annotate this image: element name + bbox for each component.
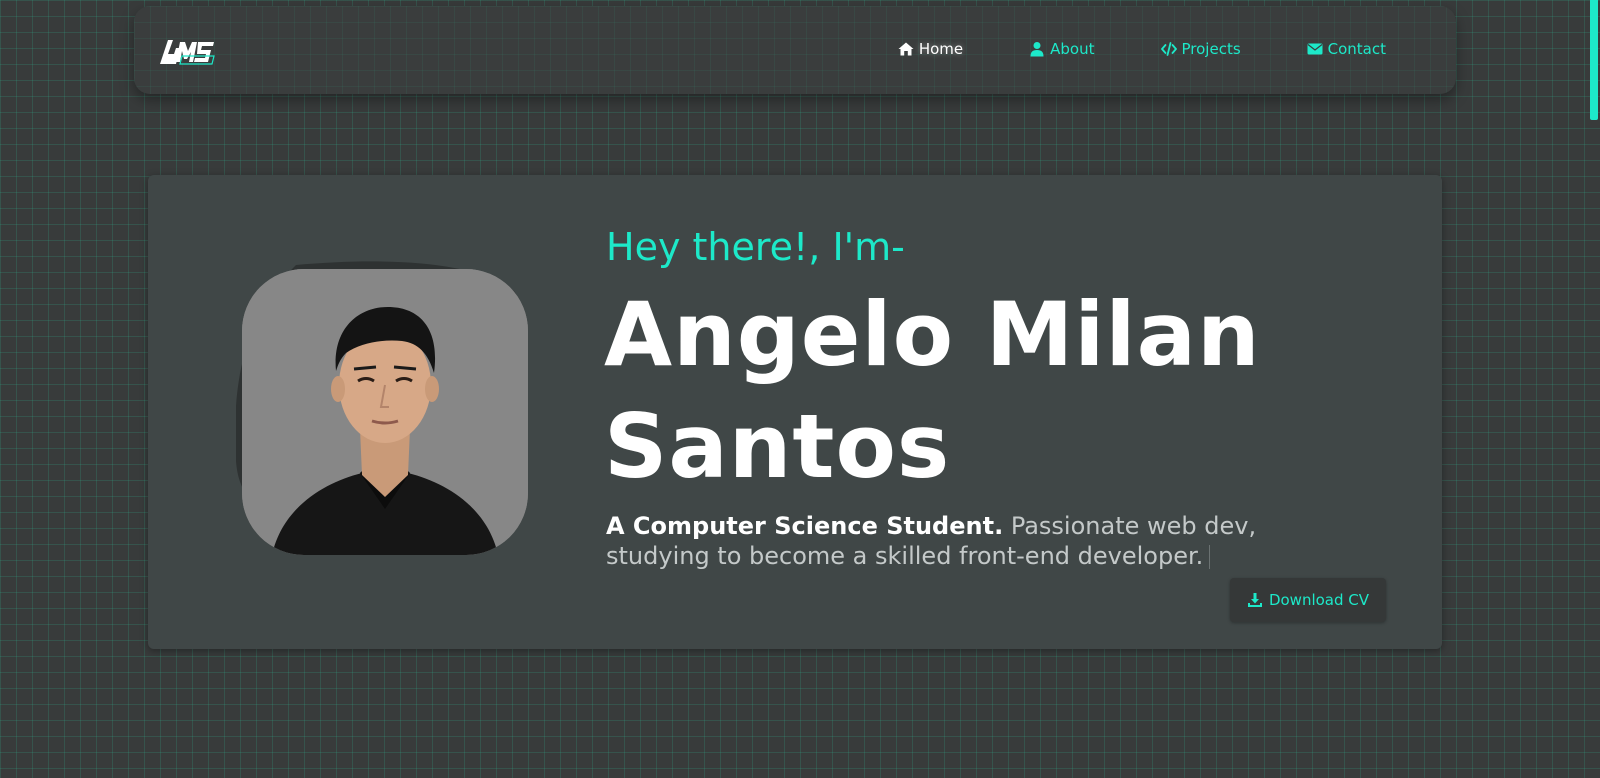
download-cv-label: Download CV [1268,591,1370,609]
hero-greeting: Hey there!, I'm- [606,225,905,269]
hero-name-line1: Angelo Milan [604,283,1261,386]
hero-name: Angelo Milan Santos [604,279,1261,503]
nav-contact[interactable]: Contact [1307,40,1386,58]
tagline-bold: A Computer Science Student. [606,512,1004,540]
nav-about[interactable]: About [1029,40,1095,58]
nav-home-label: Home [918,40,964,58]
nav-projects-label: Projects [1181,40,1241,58]
nav-projects[interactable]: Projects [1160,40,1241,58]
hero-name-line2: Santos [604,395,951,498]
user-icon [1030,42,1044,57]
nav-contact-label: Contact [1327,40,1386,58]
typing-caret [1209,545,1211,569]
profile-photo [242,269,528,555]
nav-about-label: About [1050,40,1095,58]
page-scrollbar[interactable] [1588,0,1600,778]
envelope-icon [1307,43,1323,55]
navbar: Home About Projects Contact [134,6,1456,94]
hero-card: Hey there!, I'm- Angelo Milan Santos A C… [148,175,1442,649]
download-icon [1247,593,1262,607]
ams-logo[interactable] [158,36,216,66]
nav-home[interactable]: Home [898,40,963,58]
scrollbar-thumb[interactable] [1590,0,1598,120]
hero-tagline: A Computer Science Student. Passionate w… [606,511,1366,571]
code-icon [1160,42,1177,56]
nav-links: Home About Projects Contact [898,40,1386,58]
download-cv-button[interactable]: Download CV [1230,578,1386,622]
home-icon [898,42,914,56]
